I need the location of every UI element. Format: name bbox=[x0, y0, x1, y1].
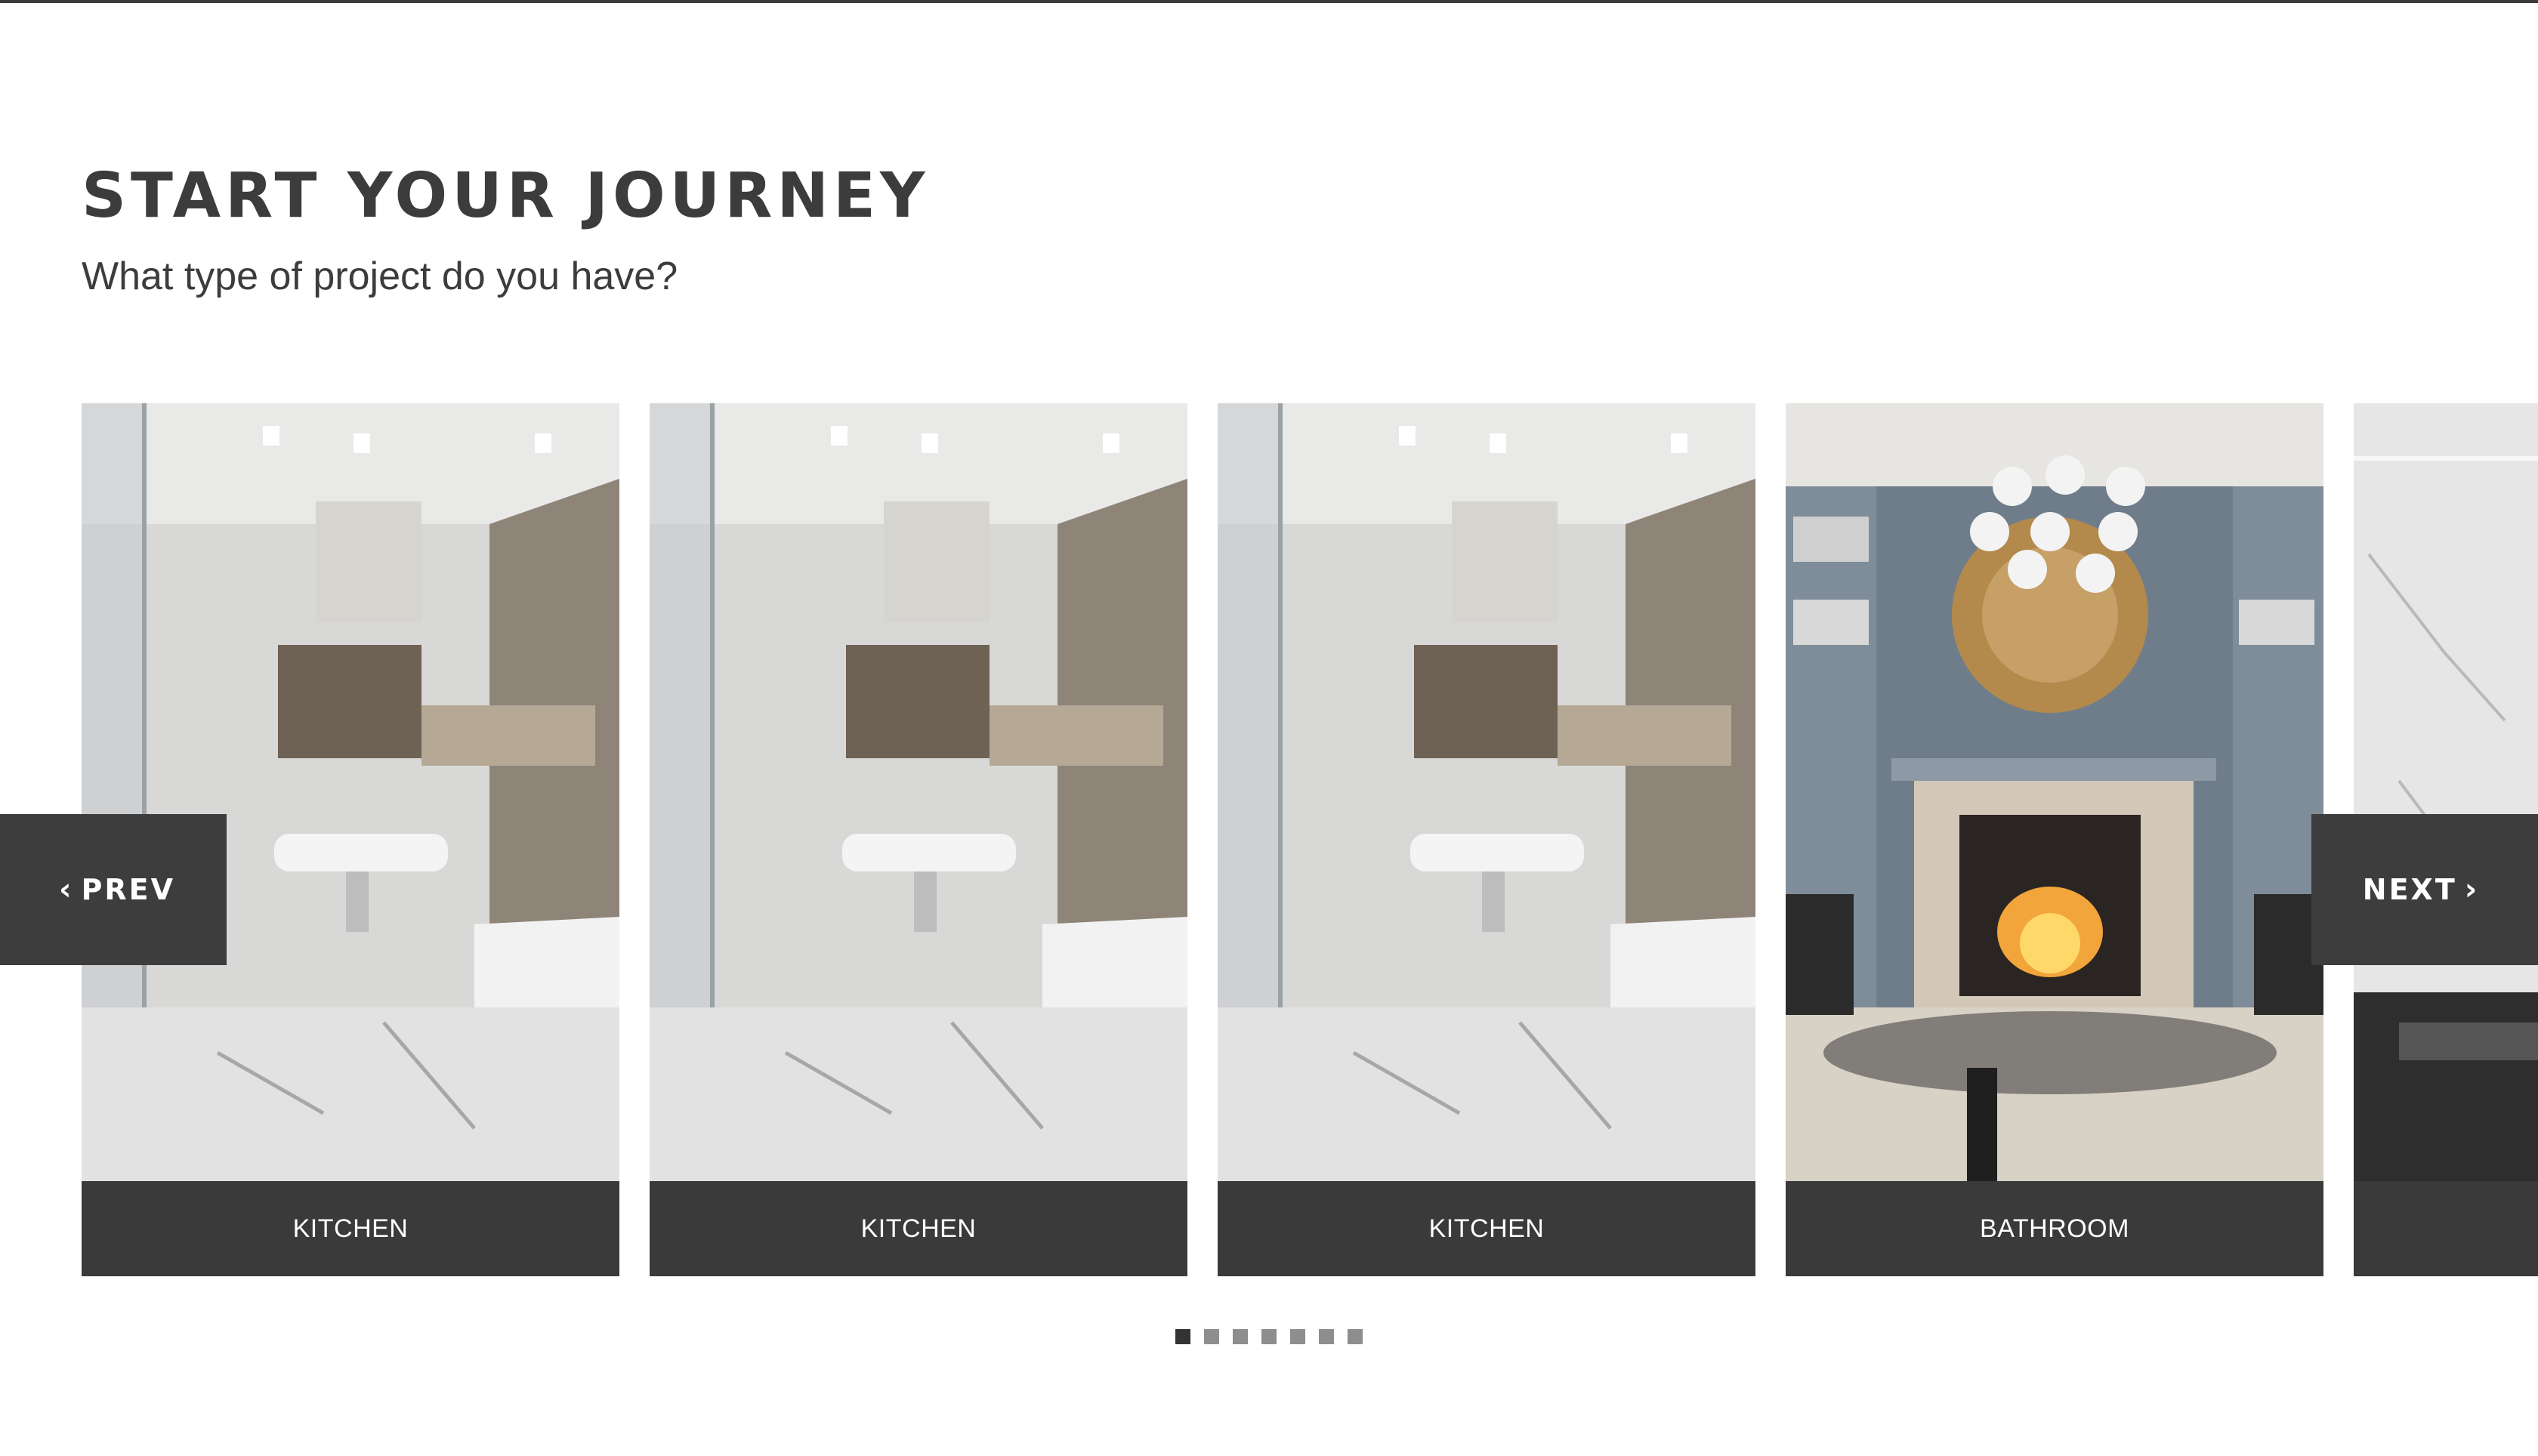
next-label: NEXT bbox=[2362, 873, 2457, 906]
page-title: START YOUR JOURNEY bbox=[82, 160, 930, 232]
card-label: BATHROOM bbox=[1786, 1181, 2323, 1276]
page-subtitle: What type of project do you have? bbox=[82, 254, 678, 298]
prev-label: PREV bbox=[81, 873, 175, 906]
prev-button[interactable]: ‹ PREV bbox=[0, 814, 227, 965]
bathroom-photo bbox=[1218, 403, 1755, 1181]
bathroom-photo bbox=[82, 403, 619, 1181]
pagination-dot[interactable] bbox=[1204, 1329, 1219, 1344]
bathroom-photo bbox=[650, 403, 1187, 1181]
project-type-carousel: KITCHEN KITCHEN KITCHEN BATHROOM bbox=[0, 403, 2538, 1276]
marble-wall-photo bbox=[2354, 403, 2538, 1181]
chevron-left-icon: ‹ bbox=[59, 872, 74, 907]
card-label: KITCHEN bbox=[1218, 1181, 1755, 1276]
carousel-pagination bbox=[0, 1329, 2538, 1346]
pagination-dot[interactable] bbox=[1233, 1329, 1248, 1344]
pagination-dot[interactable] bbox=[1261, 1329, 1277, 1344]
project-card[interactable]: BATHROOM bbox=[1786, 403, 2323, 1276]
chevron-right-icon: › bbox=[2464, 872, 2480, 907]
pagination-dot[interactable] bbox=[1348, 1329, 1363, 1344]
project-card[interactable]: KITCHEN bbox=[1218, 403, 1755, 1276]
pagination-dot-active[interactable] bbox=[1175, 1329, 1190, 1344]
card-label: KITCHEN bbox=[650, 1181, 1187, 1276]
project-card[interactable]: KITCHEN bbox=[650, 403, 1187, 1276]
living-room-fireplace-photo bbox=[1786, 403, 2323, 1181]
next-button[interactable]: NEXT › bbox=[2311, 814, 2538, 965]
pagination-dot[interactable] bbox=[1290, 1329, 1305, 1344]
top-divider bbox=[0, 0, 2538, 3]
card-label bbox=[2354, 1181, 2538, 1276]
pagination-dot[interactable] bbox=[1319, 1329, 1334, 1344]
card-label: KITCHEN bbox=[82, 1181, 619, 1276]
